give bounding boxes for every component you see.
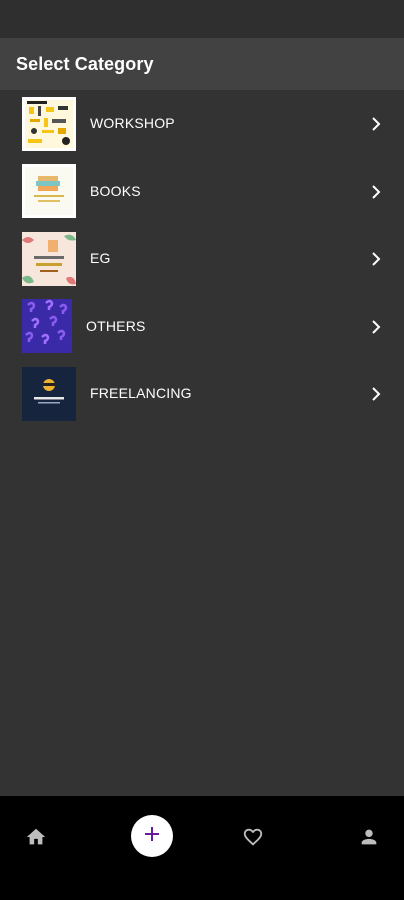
category-item-books[interactable]: BOOKS: [0, 158, 404, 226]
add-button[interactable]: [131, 815, 173, 857]
engineering-graphics-thumbnail: [22, 231, 76, 286]
chevron-right-icon: [370, 184, 382, 200]
home-icon[interactable]: [25, 826, 47, 848]
plus-icon: [143, 825, 161, 848]
page-title: Select Category: [16, 53, 154, 74]
person-icon[interactable]: [358, 826, 380, 848]
chevron-right-icon: [370, 116, 382, 132]
chevron-right-icon: [370, 386, 382, 402]
books-thumbnail: [22, 164, 76, 218]
bottom-navigation: [0, 796, 404, 900]
category-label: OTHERS: [86, 317, 146, 334]
status-bar: [0, 0, 404, 38]
category-item-workshop[interactable]: WORKSHOP: [0, 90, 404, 158]
app-bar: Select Category: [0, 38, 404, 90]
category-item-others[interactable]: OTHERS: [0, 293, 404, 361]
others-thumbnail: [22, 299, 72, 353]
category-label: FREELANCING: [90, 385, 192, 401]
category-item-eg[interactable]: EG: [0, 225, 404, 293]
freelancing-thumbnail: [22, 366, 76, 421]
heart-icon[interactable]: [242, 826, 264, 848]
category-label: EG: [90, 250, 111, 266]
chevron-right-icon: [370, 319, 382, 335]
category-item-freelancing[interactable]: FREELANCING: [0, 360, 404, 428]
category-label: WORKSHOP: [90, 115, 175, 131]
category-list: WORKSHOP BOOKS EG OTHERS FREELANCING: [0, 90, 404, 428]
chevron-right-icon: [370, 251, 382, 267]
category-label: BOOKS: [90, 182, 141, 199]
workshop-thumbnail: [22, 96, 76, 151]
